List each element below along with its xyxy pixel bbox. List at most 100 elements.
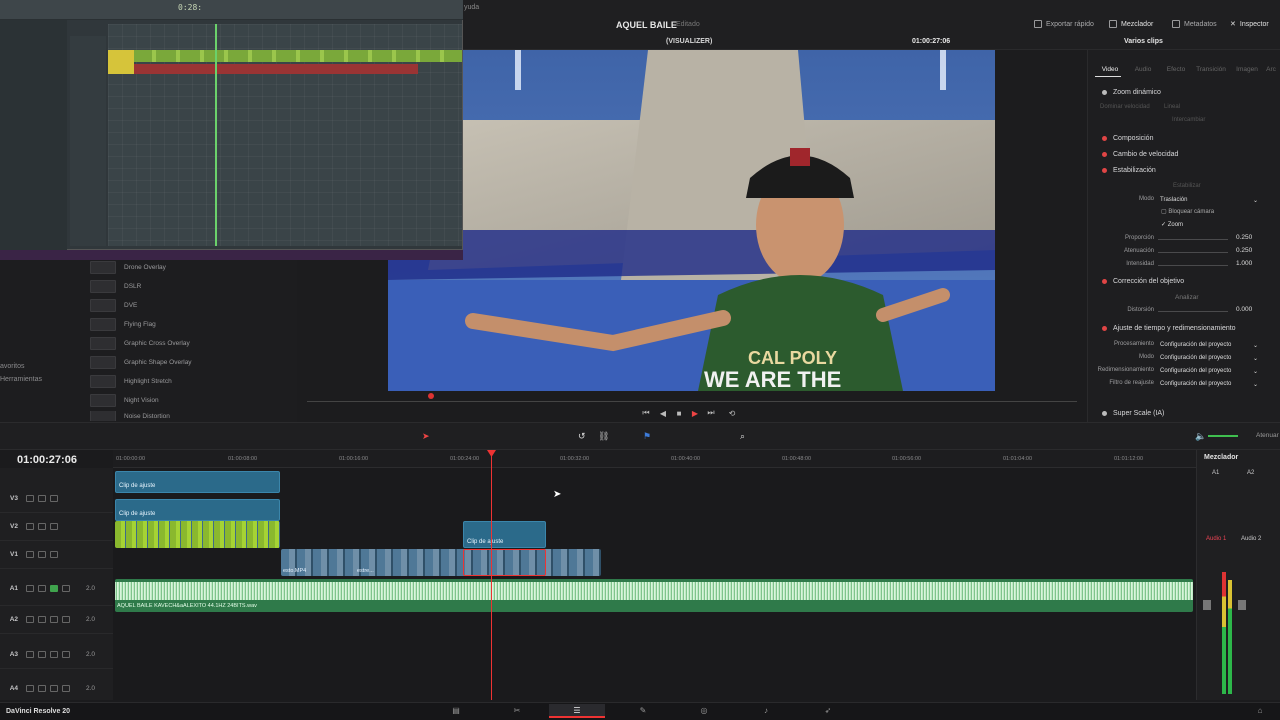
solo-icon[interactable] <box>50 651 58 658</box>
timeline-playhead[interactable] <box>491 450 492 700</box>
auto-select-icon[interactable] <box>38 495 46 502</box>
fl-playhead[interactable] <box>215 24 217 246</box>
media-page-icon[interactable]: ▤ <box>450 706 462 716</box>
resize-filter-select[interactable]: Configuración del proyecto ⌄ <box>1160 379 1258 389</box>
section-super-scale[interactable]: Super Scale (IA) <box>1102 410 1164 417</box>
fl-toolbar[interactable] <box>0 0 463 20</box>
quick-export-button[interactable]: Exportar rápido <box>1034 20 1094 28</box>
toggle-dot-icon[interactable] <box>1102 152 1107 157</box>
solo-icon[interactable] <box>50 616 58 623</box>
selection-tool-icon[interactable]: ➤ <box>422 431 430 442</box>
zoom-checkbox[interactable]: ✓ Zoom <box>1161 221 1183 228</box>
effect-item[interactable]: Noise Distortion <box>90 411 284 421</box>
auto-select-icon[interactable] <box>38 523 46 530</box>
lock-icon[interactable] <box>26 551 34 558</box>
section-lens-correction[interactable]: Corrección del objetivo <box>1102 278 1184 285</box>
lock-icon[interactable] <box>26 523 34 530</box>
link-icon[interactable]: ⛓ <box>598 431 609 442</box>
lock-camera-checkbox[interactable]: ▢ Bloquear cámara <box>1161 208 1214 215</box>
intensity-slider[interactable] <box>1158 265 1228 266</box>
section-stabilization[interactable]: Estabilización <box>1102 167 1156 174</box>
processing-select[interactable]: Configuración del proyecto ⌄ <box>1160 340 1258 350</box>
auto-select-icon[interactable] <box>38 551 46 558</box>
effect-item[interactable]: Graphic Cross Overlay <box>90 335 284 352</box>
fl-track-list[interactable] <box>70 36 106 246</box>
mode-select[interactable]: Traslación ⌄ <box>1160 195 1258 205</box>
effect-item[interactable]: Flying Flag <box>90 316 284 333</box>
auto-select-icon[interactable] <box>38 685 46 692</box>
fairlight-page-icon[interactable]: ♪ <box>760 706 772 716</box>
fl-browser[interactable] <box>0 20 67 250</box>
step-back-icon[interactable]: ◀ <box>658 408 668 418</box>
tab-video[interactable]: Video <box>1095 66 1125 73</box>
audio-clip-a1[interactable]: AQUEL BAILE KAVECH&aALEXITO 44.1HZ 24BIT… <box>115 579 1193 612</box>
solo-icon[interactable] <box>50 685 58 692</box>
solo-icon[interactable] <box>50 585 58 592</box>
edit-page-icon[interactable]: ☰ <box>571 706 583 716</box>
toggle-dot-icon[interactable] <box>1102 168 1107 173</box>
deliver-page-icon[interactable]: ➶ <box>822 706 834 716</box>
tab-effect[interactable]: Efecto <box>1161 66 1191 73</box>
adjustment-clip[interactable]: Clip de ajuste <box>115 499 280 521</box>
flag-icon[interactable]: ⚑ <box>643 431 651 442</box>
cut-page-icon[interactable]: ✂ <box>511 706 523 716</box>
volume-slider[interactable] <box>1208 435 1238 437</box>
track-header-v3[interactable]: V3 <box>0 485 113 513</box>
effect-item[interactable]: DSLR <box>90 278 284 295</box>
lock-icon[interactable] <box>26 651 34 658</box>
selected-clip-outline[interactable] <box>463 549 546 576</box>
sidebar-favorites[interactable]: avoritos <box>0 363 25 370</box>
toggle-track-icon[interactable] <box>50 523 58 530</box>
auto-select-icon[interactable] <box>38 651 46 658</box>
snap-icon[interactable]: ↺ <box>578 431 586 442</box>
viewer-scrubber[interactable] <box>307 401 1077 402</box>
toggle-track-icon[interactable] <box>50 551 58 558</box>
loop-icon[interactable]: ⟲ <box>727 408 737 418</box>
section-dynamic-zoom[interactable]: Zoom dinámico <box>1102 89 1161 96</box>
effect-item[interactable]: Highlight Stretch <box>90 373 284 390</box>
lock-icon[interactable] <box>26 495 34 502</box>
fader-a2[interactable] <box>1238 600 1246 610</box>
video-clip-v1[interactable]: esto.MP4 estre... <box>281 549 601 576</box>
adjustment-clip[interactable]: Clip de ajuste <box>115 471 280 493</box>
fl-automation-clip[interactable] <box>108 64 418 74</box>
lock-icon[interactable] <box>26 616 34 623</box>
track-header-v1[interactable]: V1 <box>0 541 113 569</box>
toggle-track-icon[interactable] <box>50 495 58 502</box>
effect-item[interactable]: DVE <box>90 297 284 314</box>
lock-icon[interactable] <box>26 585 34 592</box>
toggle-dot-icon[interactable] <box>1102 326 1107 331</box>
lock-icon[interactable] <box>26 685 34 692</box>
fader-a1[interactable] <box>1203 600 1211 610</box>
play-icon[interactable]: ▶ <box>690 408 700 418</box>
auto-select-icon[interactable] <box>38 585 46 592</box>
mute-icon[interactable] <box>62 585 70 592</box>
attenuation-slider[interactable] <box>1158 252 1228 253</box>
proportion-value[interactable]: 0.250 <box>1236 234 1252 241</box>
zoom-icon[interactable]: ⌕ <box>740 431 745 442</box>
tab-audio[interactable]: Audio <box>1128 66 1158 73</box>
toggle-dot-icon[interactable] <box>1102 90 1107 95</box>
distortion-slider[interactable] <box>1158 311 1228 312</box>
fl-selected-clip[interactable] <box>108 50 134 74</box>
volume-icon[interactable]: 🔈 <box>1195 431 1206 442</box>
section-speed-change[interactable]: Cambio de velocidad <box>1102 151 1178 158</box>
tab-transition[interactable]: Transición <box>1196 66 1226 73</box>
fl-pattern-clip[interactable] <box>108 50 462 62</box>
color-page-icon[interactable]: ◎ <box>698 706 710 716</box>
timeline-timecode[interactable]: 01:00:27:06 <box>17 454 77 466</box>
toggle-dot-icon[interactable] <box>1102 279 1107 284</box>
home-icon[interactable]: ⌂ <box>1254 706 1266 716</box>
mode2-select[interactable]: Configuración del proyecto ⌄ <box>1160 353 1258 363</box>
effect-item[interactable]: Graphic Shape Overlay <box>90 354 284 371</box>
timeline-ruler[interactable] <box>113 450 1196 468</box>
tab-more[interactable]: Arc <box>1262 66 1280 73</box>
section-retime-scaling[interactable]: Ajuste de tiempo y redimensionamiento <box>1102 325 1236 332</box>
track-header-a1[interactable]: A1 2.0 <box>0 572 113 606</box>
scrubber-marker[interactable] <box>428 393 434 399</box>
zoom-ease-value[interactable]: Lineal <box>1164 104 1180 110</box>
sidebar-tools[interactable]: Herramientas <box>0 376 42 383</box>
proportion-slider[interactable] <box>1158 239 1228 240</box>
toggle-dot-icon[interactable] <box>1102 136 1107 141</box>
auto-select-icon[interactable] <box>38 616 46 623</box>
